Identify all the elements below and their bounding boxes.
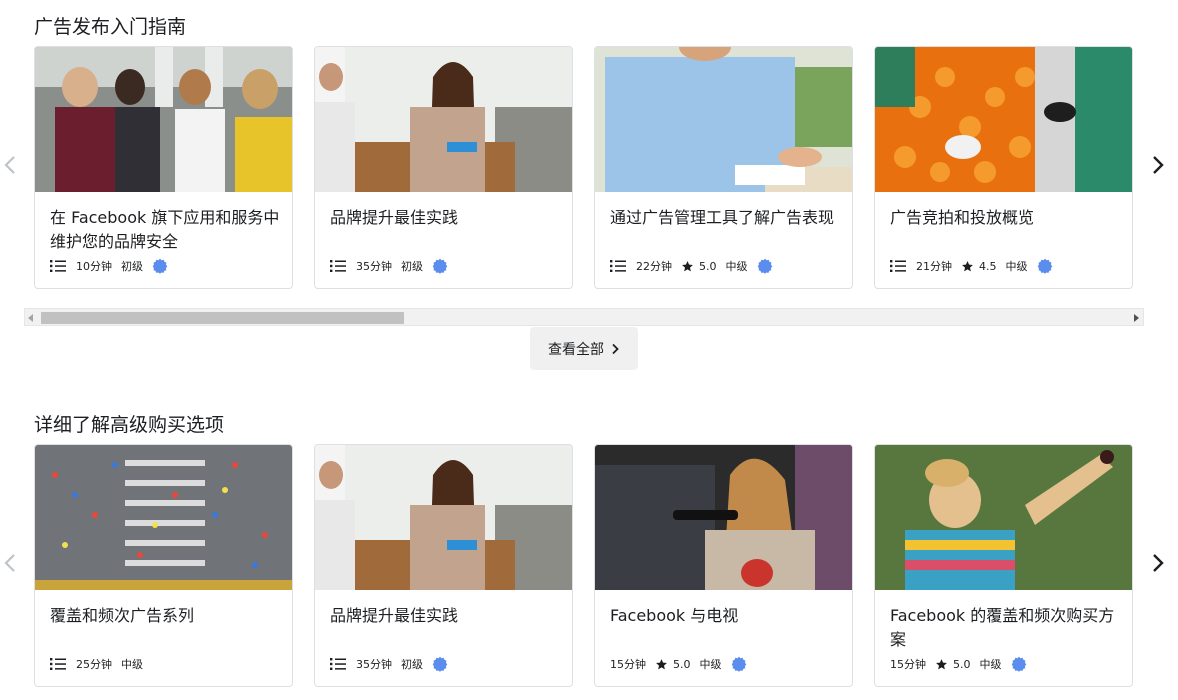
course-card[interactable]: 覆盖和频次广告系列 25分钟 中级 bbox=[34, 444, 293, 687]
rating-value: 5.0 bbox=[953, 657, 971, 671]
level-label: 中级 bbox=[725, 260, 748, 273]
verified-badge-icon bbox=[1037, 258, 1052, 274]
level-label: 初级 bbox=[401, 658, 423, 671]
course-meta: 25分钟 中级 bbox=[50, 656, 152, 672]
rating-value: 5.0 bbox=[673, 657, 691, 671]
rating: 4.5 bbox=[961, 260, 997, 273]
chevron-left-icon bbox=[4, 554, 15, 572]
course-title[interactable]: Facebook 与电视 bbox=[610, 604, 840, 628]
course-meta: 35分钟 初级 bbox=[330, 258, 457, 274]
list-icon bbox=[330, 260, 346, 272]
level-label: 中级 bbox=[1005, 260, 1028, 273]
course-title[interactable]: 广告竞拍和投放概览 bbox=[890, 206, 1120, 230]
course-card[interactable]: Facebook 的覆盖和频次购买方案 15分钟 5.0 中级 bbox=[874, 444, 1133, 687]
section-title-getting-started: 广告发布入门指南 bbox=[34, 16, 187, 38]
course-thumbnail[interactable] bbox=[315, 47, 572, 192]
scroll-right-arrow-icon[interactable] bbox=[1134, 314, 1139, 322]
course-card[interactable]: Facebook 与电视 15分钟 5.0 中级 bbox=[594, 444, 853, 687]
duration-label: 22分钟 bbox=[636, 260, 672, 273]
level-label: 中级 bbox=[121, 658, 143, 671]
verified-badge-icon bbox=[1011, 656, 1026, 672]
carousel-next-button[interactable] bbox=[1148, 150, 1168, 180]
duration-label: 35分钟 bbox=[356, 260, 392, 273]
list-icon bbox=[330, 658, 346, 670]
course-thumbnail[interactable] bbox=[35, 445, 292, 590]
star-icon bbox=[936, 658, 947, 669]
level-label: 初级 bbox=[401, 260, 423, 273]
course-meta: 15分钟 5.0 中级 bbox=[890, 656, 1036, 672]
course-card[interactable]: 品牌提升最佳实践 35分钟 初级 bbox=[314, 46, 573, 289]
chevron-right-icon bbox=[1153, 554, 1164, 572]
course-card[interactable]: 在 Facebook 旗下应用和服务中维护您的品牌安全 10分钟 初级 bbox=[34, 46, 293, 289]
duration-label: 21分钟 bbox=[916, 260, 952, 273]
verified-badge-icon bbox=[731, 656, 746, 672]
course-title[interactable]: 品牌提升最佳实践 bbox=[330, 206, 560, 230]
verified-badge-icon bbox=[152, 258, 168, 274]
verified-badge-icon bbox=[432, 656, 448, 672]
course-card[interactable]: 通过广告管理工具了解广告表现 22分钟 5.0 中级 bbox=[594, 46, 853, 289]
course-carousel-advanced-buying: 覆盖和频次广告系列 25分钟 中级 品牌提升最佳实践 35分钟 初级 Facebook 与电… bbox=[34, 444, 1133, 687]
rating: 5.0 bbox=[935, 658, 971, 671]
course-title[interactable]: 覆盖和频次广告系列 bbox=[50, 604, 280, 628]
course-meta: 35分钟 初级 bbox=[330, 656, 457, 672]
list-icon bbox=[50, 260, 66, 272]
rating: 5.0 bbox=[655, 658, 691, 671]
course-thumbnail[interactable] bbox=[875, 445, 1132, 590]
carousel-prev-button[interactable] bbox=[0, 150, 20, 180]
course-title[interactable]: Facebook 的覆盖和频次购买方案 bbox=[890, 604, 1120, 652]
chevron-left-icon bbox=[4, 156, 15, 174]
course-meta: 22分钟 5.0 中级 bbox=[610, 258, 782, 274]
course-meta: 21分钟 4.5 中级 bbox=[890, 258, 1062, 274]
rating: 5.0 bbox=[681, 260, 717, 273]
course-thumbnail[interactable] bbox=[315, 445, 572, 590]
course-card[interactable]: 广告竞拍和投放概览 21分钟 4.5 中级 bbox=[874, 46, 1133, 289]
course-title[interactable]: 在 Facebook 旗下应用和服务中维护您的品牌安全 bbox=[50, 206, 280, 254]
course-carousel-getting-started: 在 Facebook 旗下应用和服务中维护您的品牌安全 10分钟 初级 品牌提升最佳实… bbox=[34, 46, 1133, 289]
carousel-next-button[interactable] bbox=[1148, 548, 1168, 578]
duration-label: 10分钟 bbox=[76, 260, 112, 273]
level-label: 中级 bbox=[979, 658, 1002, 671]
duration-label: 15分钟 bbox=[610, 658, 646, 671]
list-icon bbox=[610, 260, 626, 272]
rating-value: 4.5 bbox=[979, 259, 997, 273]
star-icon bbox=[962, 260, 973, 271]
course-thumbnail[interactable] bbox=[875, 47, 1132, 192]
scrollbar-thumb[interactable] bbox=[41, 312, 404, 324]
chevron-right-icon bbox=[612, 343, 619, 354]
course-meta: 15分钟 5.0 中级 bbox=[610, 656, 756, 672]
verified-badge-icon bbox=[757, 258, 772, 274]
carousel-prev-button[interactable] bbox=[0, 548, 20, 578]
list-icon bbox=[50, 658, 66, 670]
verified-badge-icon bbox=[432, 258, 448, 274]
level-label: 中级 bbox=[699, 658, 722, 671]
duration-label: 25分钟 bbox=[76, 658, 112, 671]
duration-label: 15分钟 bbox=[890, 658, 926, 671]
course-card[interactable]: 品牌提升最佳实践 35分钟 初级 bbox=[314, 444, 573, 687]
course-thumbnail[interactable] bbox=[35, 47, 292, 192]
scroll-left-arrow-icon[interactable] bbox=[28, 314, 33, 322]
course-thumbnail[interactable] bbox=[595, 47, 852, 192]
course-title[interactable]: 通过广告管理工具了解广告表现 bbox=[610, 206, 840, 230]
star-icon bbox=[682, 260, 693, 271]
section-title-advanced-buying: 详细了解高级购买选项 bbox=[34, 414, 225, 436]
rating-value: 5.0 bbox=[699, 259, 717, 273]
duration-label: 35分钟 bbox=[356, 658, 392, 671]
chevron-right-icon bbox=[1153, 156, 1164, 174]
star-icon bbox=[656, 658, 667, 669]
see-all-button[interactable]: 查看全部 bbox=[530, 327, 638, 370]
level-label: 初级 bbox=[121, 260, 143, 273]
course-meta: 10分钟 初级 bbox=[50, 258, 177, 274]
see-all-label: 查看全部 bbox=[548, 341, 604, 358]
course-thumbnail[interactable] bbox=[595, 445, 852, 590]
course-title[interactable]: 品牌提升最佳实践 bbox=[330, 604, 560, 628]
horizontal-scrollbar[interactable] bbox=[24, 308, 1144, 326]
list-icon bbox=[890, 260, 906, 272]
